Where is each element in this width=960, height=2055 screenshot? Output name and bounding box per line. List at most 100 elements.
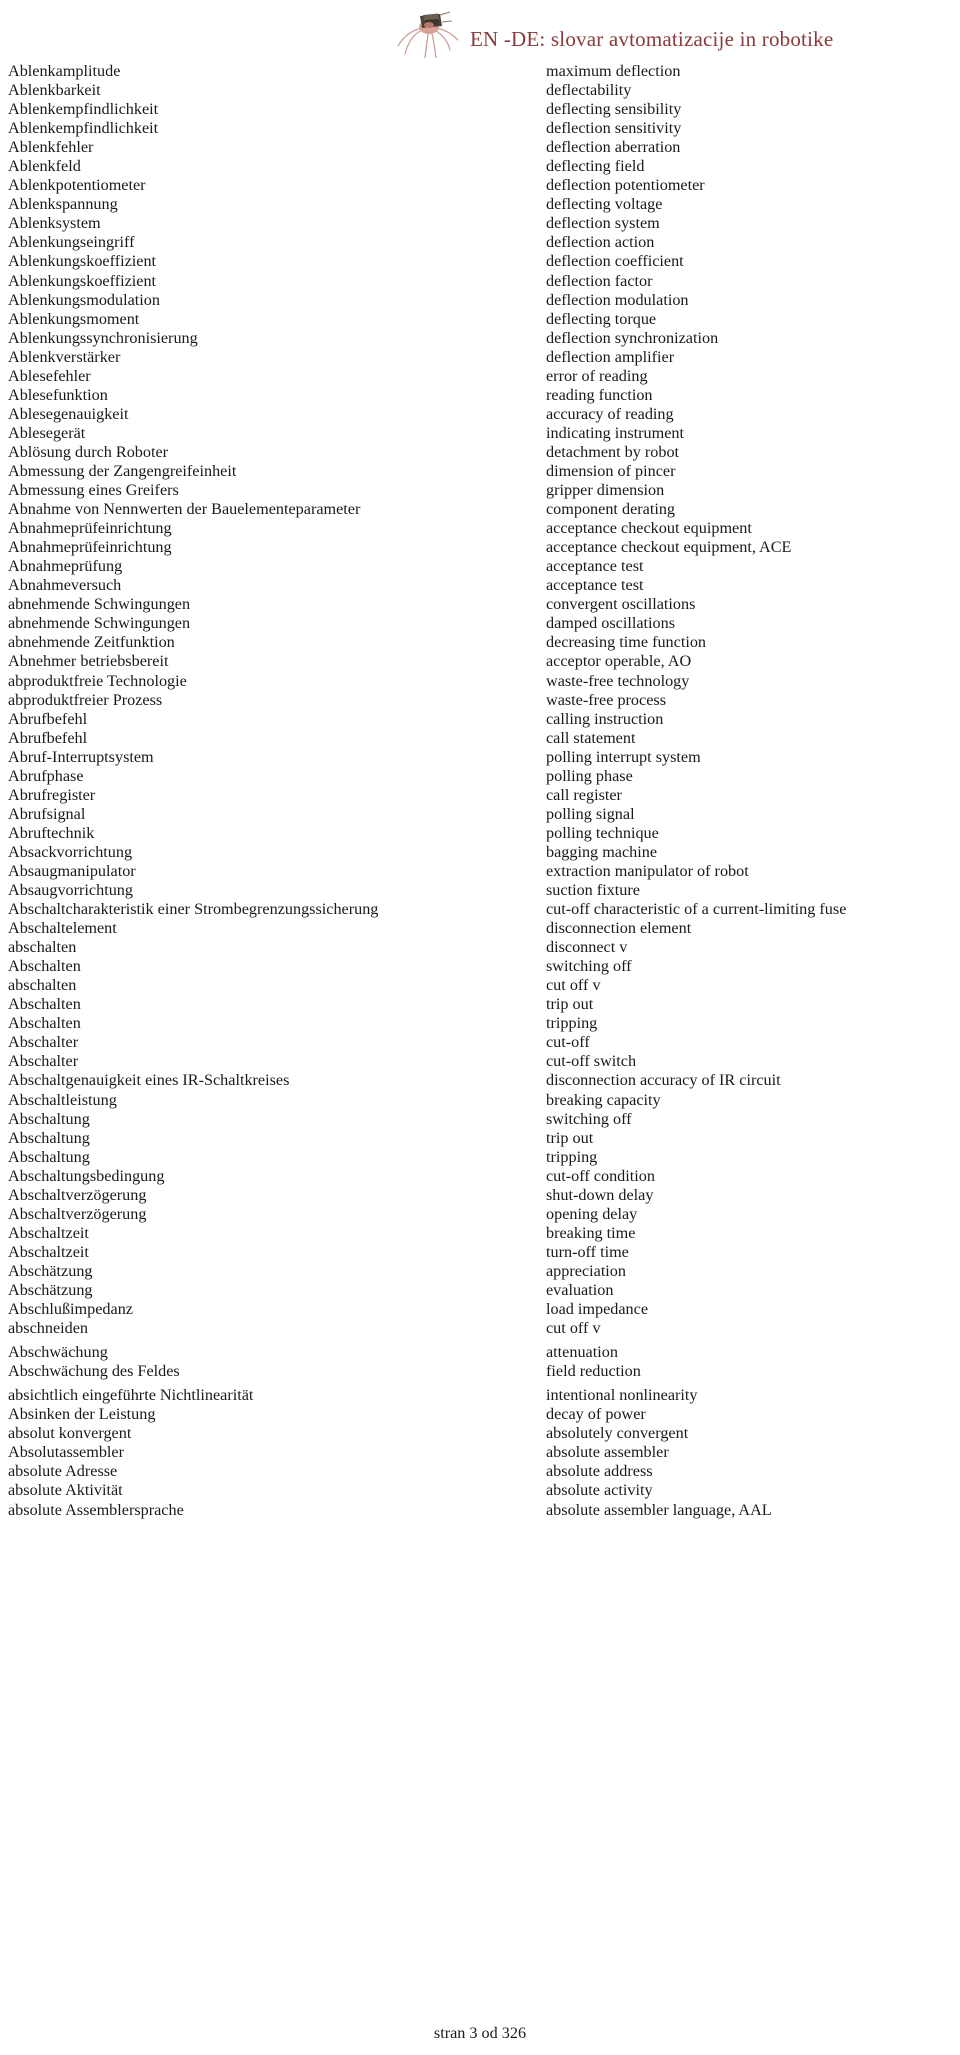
term-english: absolute address xyxy=(546,1462,653,1481)
term-english: cut-off xyxy=(546,1033,590,1052)
term-german: Absinken der Leistung xyxy=(8,1405,156,1424)
glossary-entry: Abschätzung evaluation xyxy=(0,1281,960,1300)
term-english: waste-free technology xyxy=(546,671,690,690)
glossary-entry: Absaugmanipulator extraction manipulator … xyxy=(0,862,960,881)
term-german: Abschaltung xyxy=(8,1109,90,1128)
term-german: Ablenkbarkeit xyxy=(8,81,101,100)
term-english: polling interrupt system xyxy=(546,747,701,766)
term-german: Abschalten xyxy=(8,995,81,1014)
term-english: deflection synchronization xyxy=(546,328,719,347)
glossary-entry: Ablesefehler error of reading xyxy=(0,367,960,386)
glossary-entry: Abnehmer betriebsbereit acceptor operable… xyxy=(0,652,960,671)
spider-robot-image xyxy=(392,2,468,59)
term-german: Ablesegerät xyxy=(8,423,86,442)
term-english: cut-off condition xyxy=(546,1166,655,1185)
term-english: opening delay xyxy=(546,1204,638,1223)
glossary-entry: Abschaltverzögerung opening delay xyxy=(0,1205,960,1224)
term-german: Absaugvorrichtung xyxy=(8,881,133,900)
term-english: deflection action xyxy=(546,233,655,252)
term-english: cut-off characteristic of a current-limi… xyxy=(546,900,847,919)
term-german: abschalten xyxy=(8,938,77,957)
glossary-entry: Abruftechnik polling technique xyxy=(0,824,960,843)
term-english: deflecting field xyxy=(546,157,645,176)
glossary-entry: abnehmende Schwingungen convergent oscill… xyxy=(0,595,960,614)
term-german: Absaugmanipulator xyxy=(8,861,136,880)
term-english: appreciation xyxy=(546,1261,626,1280)
term-english: disconnection element xyxy=(546,919,692,938)
term-german: abproduktfreier Prozess xyxy=(8,690,163,709)
term-english: absolute assembler xyxy=(546,1443,669,1462)
term-german: Absolutassembler xyxy=(8,1443,124,1462)
term-german: Abruf-Interruptsystem xyxy=(8,747,154,766)
glossary-entry: Abschaltverzögerung shut-down delay xyxy=(0,1186,960,1205)
term-english: extraction manipulator of robot xyxy=(546,861,749,880)
term-german: Ablenkempfindlichkeit xyxy=(8,100,159,119)
term-english: calling instruction xyxy=(546,709,664,728)
term-german: absichtlich eingeführte Nichtlinearität xyxy=(8,1386,254,1405)
term-german: Ablenkspannung xyxy=(8,195,118,214)
term-english: deflection amplifier xyxy=(546,347,675,366)
term-german: abproduktfreie Technologie xyxy=(8,671,187,690)
term-german: Abnahmeprüfeinrichtung xyxy=(8,538,172,557)
term-german: Abschaltleistung xyxy=(8,1090,117,1109)
term-english: trip out xyxy=(546,995,594,1014)
glossary-entry: Ablenkungskoeffizient deflection coeffici… xyxy=(0,252,960,271)
glossary-entry: Abruf-Interruptsystem polling interrupt s… xyxy=(0,748,960,767)
term-german: Abmessung der Zangengreifeinheit xyxy=(8,461,237,480)
term-german: abschalten xyxy=(8,976,77,995)
glossary-entry: Abschaltung tripping xyxy=(0,1148,960,1167)
glossary-entry: Absaugvorrichtung suction fixture xyxy=(0,881,960,900)
term-english: deflection modulation xyxy=(546,290,689,309)
glossary-entry: Ablenkempfindlichkeit deflecting sensibil… xyxy=(0,100,960,119)
term-german: Abnahmeprüfung xyxy=(8,557,123,576)
term-german: Abschaltverzögerung xyxy=(8,1185,147,1204)
term-german: Abschalter xyxy=(8,1052,79,1071)
page-title: EN -DE: slovar avtomatizacije in robotik… xyxy=(470,27,834,51)
term-english: convergent oscillations xyxy=(546,595,696,614)
glossary-entry: Abschalter cut-off switch xyxy=(0,1052,960,1071)
term-english: deflecting voltage xyxy=(546,195,663,214)
term-german: Abschaltcharakteristik einer Strombegren… xyxy=(8,900,379,919)
term-english: attenuation xyxy=(546,1343,618,1362)
term-english: cut-off switch xyxy=(546,1052,637,1071)
term-german: absolute Assemblersprache xyxy=(8,1500,184,1519)
glossary-entry: Ablenkamplitude maximum deflection xyxy=(0,62,960,81)
term-english: acceptance test xyxy=(546,557,644,576)
term-german: Abschlußimpedanz xyxy=(8,1300,133,1319)
glossary-entry: Ablenkungskoeffizient deflection factor xyxy=(0,272,960,291)
term-german: Abschaltverzögerung xyxy=(8,1204,147,1223)
glossary-entry: absolute Adresse absolute address xyxy=(0,1462,960,1481)
term-english: accuracy of reading xyxy=(546,404,674,423)
term-german: Abrufbefehl xyxy=(8,728,88,747)
term-english: acceptance test xyxy=(546,576,644,595)
term-german: Abnahmeversuch xyxy=(8,576,122,595)
term-german: Ablenkfehler xyxy=(8,138,94,157)
term-german: abschneiden xyxy=(8,1319,89,1338)
term-english: polling phase xyxy=(546,766,633,785)
term-english: reading function xyxy=(546,385,653,404)
term-german: Abschaltung xyxy=(8,1128,90,1147)
term-german: Abschaltung xyxy=(8,1147,90,1166)
glossary-entry: Absolutassembler absolute assembler xyxy=(0,1443,960,1462)
term-english: detachment by robot xyxy=(546,442,680,461)
term-english: dimension of pincer xyxy=(546,461,676,480)
glossary-entry: Abschlußimpedanz load impedance xyxy=(0,1300,960,1319)
term-english: acceptance checkout equipment xyxy=(546,519,752,538)
term-english: error of reading xyxy=(546,366,648,385)
glossary-entry: Abschätzung appreciation xyxy=(0,1262,960,1281)
glossary-entry: Ablesegerät indicating instrument xyxy=(0,424,960,443)
term-english: turn-off time xyxy=(546,1242,629,1261)
term-german: Ablenkungseingriff xyxy=(8,233,135,252)
term-german: Ablenkpotentiometer xyxy=(8,176,146,195)
term-german: Abrufsignal xyxy=(8,804,86,823)
term-english: absolute activity xyxy=(546,1481,653,1500)
glossary-entry: abnehmende Zeitfunktion decreasing time f… xyxy=(0,633,960,652)
term-german: Abschaltzeit xyxy=(8,1242,89,1261)
glossary-entry: Abnahmeprüfung acceptance test xyxy=(0,557,960,576)
term-german: Abruftechnik xyxy=(8,823,95,842)
term-english: component derating xyxy=(546,500,676,519)
glossary-entry: Abschalten trip out xyxy=(0,995,960,1014)
glossary-entry: Absackvorrichtung bagging machine xyxy=(0,843,960,862)
glossary-entry: Abschaltgenauigkeit eines IR-Schaltkreis… xyxy=(0,1071,960,1090)
term-english: polling technique xyxy=(546,823,659,842)
